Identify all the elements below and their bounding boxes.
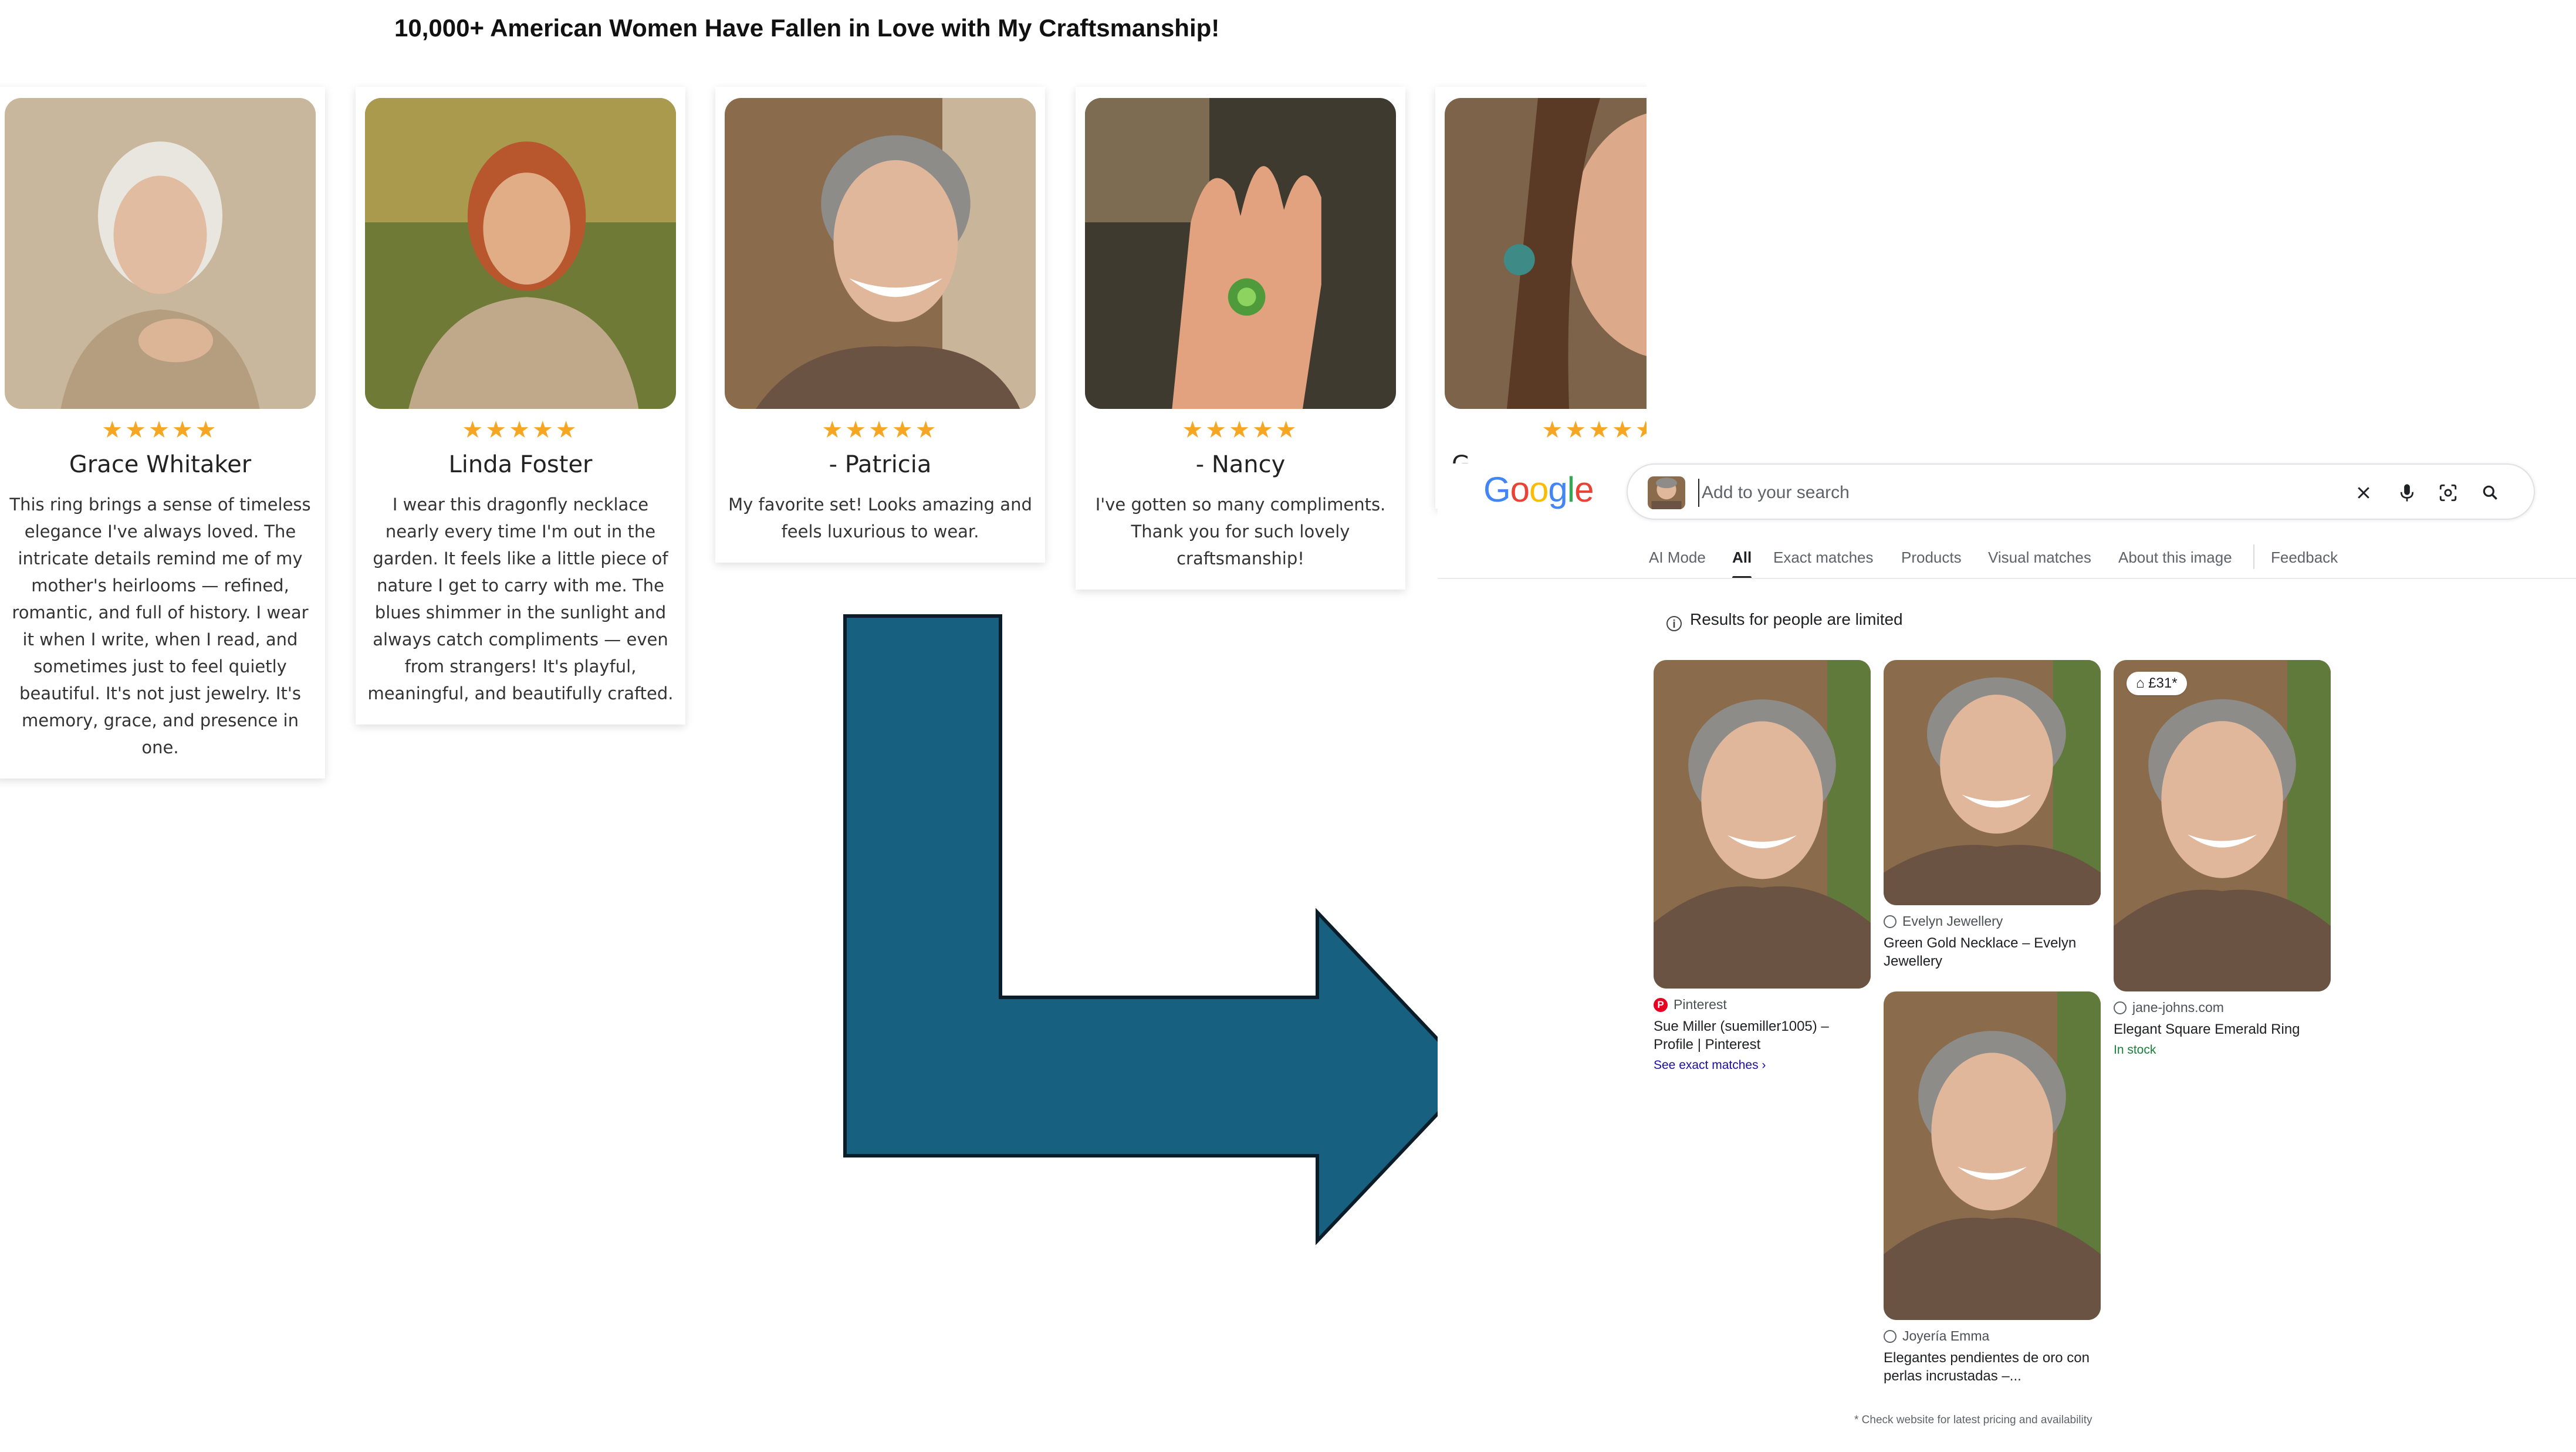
tab-divider: [2253, 544, 2254, 569]
globe-icon: [1884, 1329, 1896, 1343]
customer-photo: [725, 98, 1036, 409]
tab-ai-mode[interactable]: AI Mode: [1649, 546, 1706, 569]
result-card[interactable]: Joyería Emma Elegantes pendientes de oro…: [1884, 991, 2101, 1385]
result-image[interactable]: [1654, 660, 1871, 989]
result-image[interactable]: [1884, 660, 2101, 905]
result-title[interactable]: Green Gold Necklace – Evelyn Jewellery: [1884, 934, 2101, 970]
page-headline: 10,000+ American Women Have Fallen in Lo…: [394, 14, 1220, 42]
tab-products[interactable]: Products: [1901, 546, 1962, 569]
pinterest-icon: P: [1654, 997, 1668, 1012]
clear-icon[interactable]: [2351, 480, 2376, 506]
star-rating: ★★★★★: [1182, 417, 1299, 443]
result-source: jane-johns.com: [2132, 1000, 2224, 1015]
flow-arrow-icon: [843, 614, 1476, 1245]
review-text: I've gotten so many compliments. Thank y…: [1095, 495, 1386, 568]
result-image[interactable]: [1884, 991, 2101, 1320]
testimonial-card: ★★★★★ - Nancy I've gotten so many compli…: [1076, 87, 1405, 590]
customer-photo: [5, 98, 316, 409]
result-title[interactable]: Sue Miller (suemiller1005) – Profile | P…: [1654, 1017, 1871, 1054]
query-image-thumbnail[interactable]: [1648, 476, 1685, 509]
reviewer-name: Linda Foster: [448, 451, 593, 478]
star-rating: ★★★★★: [102, 417, 219, 443]
review-text: I wear this dragonfly necklace nearly ev…: [367, 495, 674, 703]
tab-visual-matches[interactable]: Visual matches: [1988, 546, 2091, 569]
tab-all[interactable]: All: [1732, 546, 1752, 579]
review-text: My favorite set! Looks amazing and feels…: [728, 495, 1032, 541]
stock-status: In stock: [2114, 1043, 2156, 1057]
star-rating: ★★★★★: [462, 417, 579, 443]
info-icon[interactable]: i: [1666, 616, 1682, 631]
lens-camera-icon[interactable]: [2435, 480, 2461, 506]
result-image[interactable]: ⌂ £31*: [2114, 660, 2331, 991]
testimonial-card: ★★★★★ - Patricia My favorite set! Looks …: [715, 87, 1045, 563]
result-card[interactable]: Evelyn Jewellery Green Gold Necklace – E…: [1884, 660, 2101, 970]
testimonial-card: ★★★★★ G: [1435, 87, 1647, 509]
google-logo[interactable]: Google: [1483, 469, 1594, 510]
search-bar: [1627, 463, 2535, 520]
microphone-icon[interactable]: [2394, 480, 2420, 506]
see-exact-matches-link[interactable]: See exact matches ›: [1654, 1058, 1871, 1072]
search-input[interactable]: [1698, 479, 2348, 507]
reviewer-name: Grace Whitaker: [69, 451, 252, 478]
tab-exact-matches[interactable]: Exact matches: [1773, 546, 1874, 569]
globe-icon: [1884, 915, 1896, 928]
result-card[interactable]: P Pinterest Sue Miller (suemiller1005) – …: [1654, 660, 1871, 1072]
star-rating: ★★★★★: [1541, 417, 1647, 443]
result-card[interactable]: ⌂ £31* jane-johns.com Elegant Square Eme…: [2114, 660, 2331, 1057]
result-title[interactable]: Elegant Square Emerald Ring: [2114, 1020, 2331, 1038]
result-source: Evelyn Jewellery: [1902, 913, 2003, 929]
search-icon[interactable]: [2477, 480, 2503, 506]
result-title[interactable]: Elegantes pendientes de oro con perlas i…: [1884, 1349, 2101, 1385]
testimonial-card: ★★★★★ Grace Whitaker This ring brings a …: [0, 87, 325, 779]
price-badge: ⌂ £31*: [2127, 672, 2187, 695]
reviewer-name: - Nancy: [1195, 451, 1286, 478]
result-source: Pinterest: [1674, 997, 1727, 1012]
reviewer-name: - Patricia: [829, 451, 932, 478]
testimonial-card: ★★★★★ Linda Foster I wear this dragonfly…: [356, 87, 685, 725]
tabs-underline: [1438, 578, 2576, 579]
notice-text: Results for people are limited: [1690, 610, 1903, 628]
review-text: This ring brings a sense of timeless ele…: [9, 495, 311, 757]
tab-about-this-image[interactable]: About this image: [2118, 546, 2232, 569]
tab-feedback[interactable]: Feedback: [2271, 546, 2338, 569]
globe-icon: [2114, 1001, 2127, 1014]
pricing-footnote: * Check website for latest pricing and a…: [1854, 1414, 2092, 1426]
limited-results-notice: i Results for people are limited: [1666, 610, 1903, 631]
result-source: Joyería Emma: [1902, 1328, 1990, 1343]
customer-photo: [1445, 98, 1647, 409]
customer-photo: [1085, 98, 1396, 409]
customer-photo: [365, 98, 676, 409]
google-lens-results: Google AI Mode All Exact matches Prod: [1438, 463, 2576, 1452]
star-rating: ★★★★★: [822, 417, 939, 443]
